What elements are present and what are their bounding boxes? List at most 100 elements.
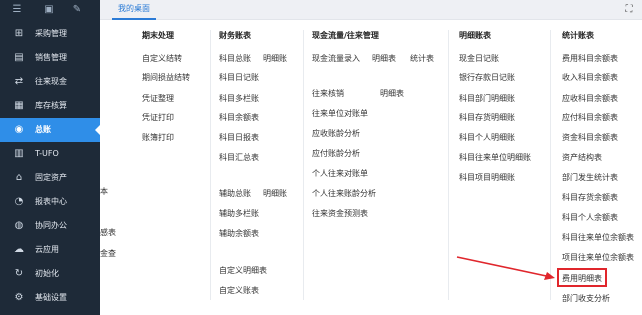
link-dept-stats[interactable]: 部门发生统计表 <box>562 172 618 183</box>
sidebar-item-label: 固定资产 <box>35 173 67 182</box>
link-inventory-detail[interactable]: 科目存货明细账 <box>459 112 515 123</box>
link-subject-general-ledger[interactable]: 科目总账 <box>219 53 251 64</box>
link-cashflow-detail[interactable]: 明细表 <box>372 53 396 64</box>
sidebar-item-init[interactable]: ↻ 初始化 <box>0 262 100 286</box>
link-personal-balance[interactable]: 科目个人余额表 <box>562 212 618 223</box>
sidebar-item-ufo[interactable]: ▥ T-UFO <box>0 142 100 166</box>
sidebar-item-collab[interactable]: ◍ 协同办公 <box>0 214 100 238</box>
ledger-menu-panel: 期末处理 自定义结转 期间损益结转 凭证整理 凭证打印 账簿打印 财务账表 科目… <box>118 22 642 315</box>
column-title-stats: 统计账表 <box>562 31 594 40</box>
link-inventory-balance[interactable]: 科目存货余额表 <box>562 192 618 203</box>
highlight-box <box>557 268 607 287</box>
link-personal-aging[interactable]: 个人往来账龄分析 <box>312 188 376 199</box>
link-custom-books[interactable]: 自定义账表 <box>219 285 259 296</box>
obscured-fragment: 感表 <box>100 228 116 237</box>
link-profit-loss-transfer[interactable]: 期间损益结转 <box>142 72 190 83</box>
sidebar-item-label: 基础设置 <box>35 293 67 302</box>
sidebar-item-cash[interactable]: ⇄ 往来现金 <box>0 70 100 94</box>
column-divider <box>448 30 449 300</box>
sidebar: ⊞ 采购管理 ▤ 销售管理 ⇄ 往来现金 ▦ 库存核算 ◉ 总账 ▥ T-UFO… <box>0 20 101 315</box>
sidebar-item-ledger[interactable]: ◉ 总账 <box>0 118 101 142</box>
column-title-cashflow: 现金流量/往来管理 <box>312 31 379 40</box>
link-expense-balance[interactable]: 费用科目余额表 <box>562 53 618 64</box>
cloud-icon: ☁ <box>14 244 24 255</box>
obscured-fragment: 金查 <box>100 249 116 258</box>
asset-icon: ⌂ <box>15 172 23 183</box>
settings-icon: ⚙ <box>14 292 24 303</box>
link-payable-aging[interactable]: 应付账龄分析 <box>312 148 360 159</box>
link-aux-detail-ledger[interactable]: 明细账 <box>263 188 287 199</box>
link-project-detail[interactable]: 科目项目明细账 <box>459 172 515 183</box>
sidebar-item-asset[interactable]: ⌂ 固定资产 <box>0 166 100 190</box>
ledger-icon: ◉ <box>14 124 24 135</box>
cart-icon: ⊞ <box>14 28 24 39</box>
sidebar-item-purchase[interactable]: ⊞ 采购管理 <box>0 22 100 46</box>
link-voucher-organize[interactable]: 凭证整理 <box>142 93 174 104</box>
inventory-icon: ▦ <box>14 100 24 111</box>
link-unit-balance[interactable]: 科目往来单位余额表 <box>562 232 634 243</box>
menu-icon[interactable]: ☰ <box>10 3 24 17</box>
link-asset-structure[interactable]: 资产结构表 <box>562 152 602 163</box>
link-subject-daily[interactable]: 科目日报表 <box>219 132 259 143</box>
link-custom-detail[interactable]: 自定义明细表 <box>219 265 267 276</box>
obscured-pane <box>100 20 118 315</box>
sidebar-item-label: T-UFO <box>35 149 59 158</box>
link-detail-ledger[interactable]: 明细账 <box>263 53 287 64</box>
link-subject-balance[interactable]: 科目余额表 <box>219 112 259 123</box>
tab-home[interactable]: 我的桌面 <box>112 0 156 20</box>
link-fund-forecast[interactable]: 往来资金预测表 <box>312 208 368 219</box>
link-unit-statement[interactable]: 往来单位对账单 <box>312 108 368 119</box>
cash-icon: ⇄ <box>14 76 24 87</box>
report-icon: ◔ <box>14 196 24 207</box>
sidebar-item-cloud[interactable]: ☁ 云应用 <box>0 238 100 262</box>
collab-icon: ◍ <box>14 220 24 231</box>
obscured-fragment: 本 <box>100 187 108 196</box>
link-fund-balance[interactable]: 资金科目余额表 <box>562 132 618 143</box>
link-cashflow-entry[interactable]: 现金流量录入 <box>312 53 360 64</box>
link-contact-detail[interactable]: 明细表 <box>380 88 404 99</box>
link-dept-income-analysis[interactable]: 部门收支分析 <box>562 293 610 304</box>
link-bank-journal[interactable]: 银行存款日记账 <box>459 72 515 83</box>
link-income-balance[interactable]: 收入科目余额表 <box>562 72 618 83</box>
sidebar-item-label: 报表中心 <box>35 197 67 206</box>
link-voucher-print[interactable]: 凭证打印 <box>142 112 174 123</box>
link-aux-multi-column[interactable]: 辅助多栏账 <box>219 208 259 219</box>
link-receivable-balance[interactable]: 应收科目余额表 <box>562 93 618 104</box>
top-bar: ☰ ▣ ✎ 我的桌面 ⛶ <box>0 0 642 20</box>
link-payable-balance[interactable]: 应付科目余额表 <box>562 112 618 123</box>
column-title-detail: 明细账表 <box>459 31 491 40</box>
edit-icon[interactable]: ✎ <box>70 3 84 17</box>
link-subject-summary[interactable]: 科目汇总表 <box>219 152 259 163</box>
column-title-period-end: 期末处理 <box>142 31 174 40</box>
sidebar-item-sales[interactable]: ▤ 销售管理 <box>0 46 100 70</box>
window-icon[interactable]: ▣ <box>42 3 56 17</box>
link-subject-multi-column[interactable]: 科目多栏账 <box>219 93 259 104</box>
sidebar-item-label: 往来现金 <box>35 77 67 86</box>
link-unit-detail[interactable]: 科目往来单位明细账 <box>459 152 531 163</box>
link-personal-detail[interactable]: 科目个人明细账 <box>459 132 515 143</box>
sidebar-item-label: 总账 <box>35 125 51 134</box>
link-book-print[interactable]: 账簿打印 <box>142 132 174 143</box>
sidebar-item-label: 销售管理 <box>35 53 67 62</box>
link-cash-journal[interactable]: 现金日记账 <box>459 53 499 64</box>
column-title-finance: 财务账表 <box>219 31 251 40</box>
link-custom-transfer[interactable]: 自定义结转 <box>142 53 182 64</box>
link-contact-writeoff[interactable]: 往来核销 <box>312 88 344 99</box>
sidebar-item-label: 云应用 <box>35 245 59 254</box>
annotation-arrow <box>456 256 555 280</box>
link-dept-detail[interactable]: 科目部门明细账 <box>459 93 515 104</box>
expand-icon[interactable]: ⛶ <box>622 3 636 17</box>
sidebar-item-report[interactable]: ◔ 报表中心 <box>0 190 100 214</box>
link-project-unit-balance[interactable]: 项目往来单位余额表 <box>562 252 634 263</box>
link-receivable-aging[interactable]: 应收账龄分析 <box>312 128 360 139</box>
column-divider <box>210 30 211 300</box>
column-divider <box>303 30 304 300</box>
link-aux-general-ledger[interactable]: 辅助总账 <box>219 188 251 199</box>
link-personal-statement[interactable]: 个人往来对账单 <box>312 168 368 179</box>
top-bar-left: ☰ ▣ ✎ <box>0 0 100 20</box>
link-cashflow-stats[interactable]: 统计表 <box>410 53 434 64</box>
sidebar-item-settings[interactable]: ⚙ 基础设置 <box>0 286 100 310</box>
sidebar-item-inventory[interactable]: ▦ 库存核算 <box>0 94 100 118</box>
link-aux-balance[interactable]: 辅助余额表 <box>219 228 259 239</box>
link-subject-journal[interactable]: 科目日记账 <box>219 72 259 83</box>
